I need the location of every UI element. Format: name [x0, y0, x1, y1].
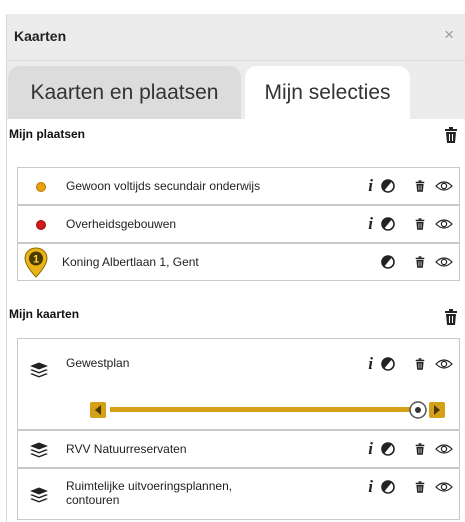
- place-row[interactable]: Overheidsgebouwen i: [17, 205, 460, 243]
- info-icon[interactable]: i: [368, 176, 373, 196]
- eye-icon[interactable]: [435, 218, 453, 230]
- tab-mijn-selecties[interactable]: Mijn selecties: [245, 66, 410, 119]
- eye-icon[interactable]: [435, 180, 453, 192]
- maps-section-title: Mijn kaarten: [9, 307, 80, 321]
- place-label: Koning Albertlaan 1, Gent: [62, 255, 199, 269]
- trash-icon[interactable]: [415, 480, 425, 494]
- trash-icon[interactable]: [415, 217, 425, 231]
- layers-icon: [30, 362, 48, 378]
- map-row[interactable]: RVV Natuurreservaten i: [17, 430, 460, 468]
- map-row[interactable]: Ruimtelijke uitvoeringsplannen, contoure…: [17, 468, 460, 520]
- close-icon[interactable]: ×: [444, 26, 454, 43]
- map-label: Ruimtelijke uitvoeringsplannen, contoure…: [66, 479, 233, 507]
- contrast-icon[interactable]: [381, 217, 395, 231]
- info-icon[interactable]: i: [368, 214, 373, 234]
- place-row[interactable]: 1 Koning Albertlaan 1, Gent: [17, 243, 460, 281]
- map-row[interactable]: Gewestplan i: [17, 338, 460, 430]
- eye-icon[interactable]: [435, 358, 453, 370]
- location-pin-icon: 1: [24, 247, 48, 278]
- eye-icon[interactable]: [435, 481, 453, 493]
- layers-icon: [30, 487, 48, 503]
- panel-titlebar: Kaarten ×: [7, 14, 465, 61]
- maps-section-header: Mijn kaarten: [7, 301, 465, 331]
- place-marker-icon: [36, 220, 46, 230]
- eye-icon[interactable]: [435, 256, 453, 268]
- trash-icon[interactable]: [415, 442, 425, 456]
- places-section-title: Mijn plaatsen: [9, 127, 86, 141]
- layers-icon: [30, 442, 48, 458]
- contrast-icon[interactable]: [381, 255, 395, 269]
- panel-title: Kaarten: [14, 28, 67, 44]
- place-label: Gewoon voltijds secundair onderwijs: [66, 179, 261, 193]
- info-icon[interactable]: i: [368, 354, 373, 374]
- trash-icon[interactable]: [415, 179, 425, 193]
- info-icon[interactable]: i: [368, 477, 373, 497]
- slider-track[interactable]: [110, 407, 412, 412]
- contrast-icon[interactable]: [381, 179, 395, 193]
- info-icon[interactable]: i: [368, 439, 373, 459]
- tab-kaarten-en-plaatsen[interactable]: Kaarten en plaatsen: [8, 66, 241, 119]
- delete-all-places-icon[interactable]: [444, 127, 458, 143]
- place-row[interactable]: Gewoon voltijds secundair onderwijs i: [17, 167, 460, 205]
- trash-icon[interactable]: [415, 357, 425, 371]
- eye-icon[interactable]: [435, 443, 453, 455]
- opacity-slider[interactable]: [90, 401, 445, 419]
- places-section-header: Mijn plaatsen: [7, 121, 465, 151]
- contrast-icon[interactable]: [381, 357, 395, 371]
- map-label: RVV Natuurreservaten: [66, 442, 187, 456]
- trash-icon[interactable]: [415, 255, 425, 269]
- contrast-icon[interactable]: [381, 480, 395, 494]
- place-marker-icon: [36, 182, 46, 192]
- tab-bar: Kaarten en plaatsen Mijn selecties: [7, 61, 465, 119]
- delete-all-maps-icon[interactable]: [444, 309, 458, 325]
- contrast-icon[interactable]: [381, 442, 395, 456]
- place-label: Overheidsgebouwen: [66, 217, 177, 231]
- pin-number: 1: [33, 254, 39, 266]
- map-label: Gewestplan: [66, 356, 130, 370]
- kaarten-panel: Kaarten × Kaarten en plaatsen Mijn selec…: [6, 14, 465, 522]
